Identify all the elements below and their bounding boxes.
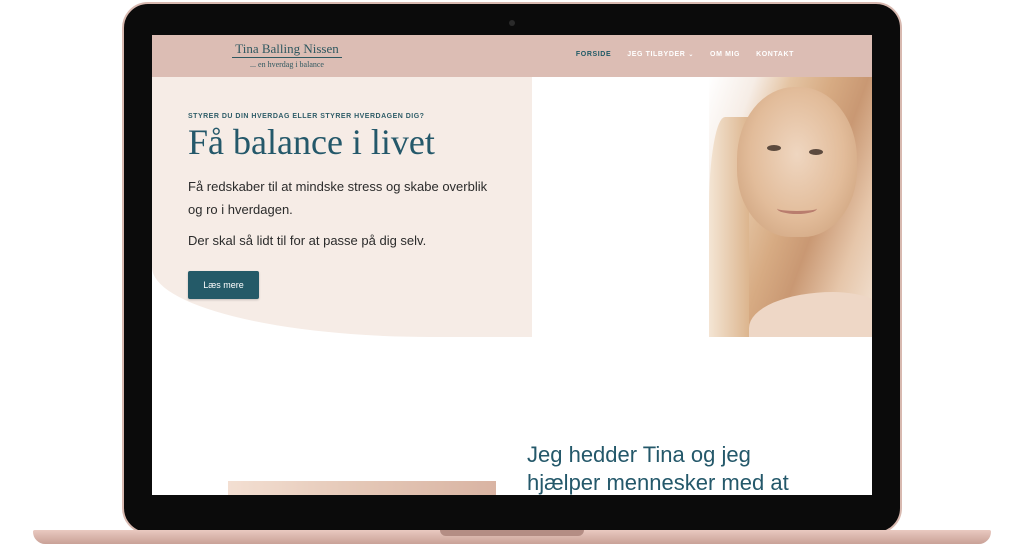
portrait-mouth	[777, 203, 817, 214]
read-more-button[interactable]: Læs mere	[188, 271, 259, 299]
nav-item-label: JEG TILBYDER	[627, 51, 686, 58]
portrait-face	[737, 87, 857, 237]
nav-item-label: KONTAKT	[756, 51, 794, 58]
logo[interactable]: Tina Balling Nissen ... en hverdag i bal…	[232, 41, 342, 69]
logo-tagline: ... en hverdag i balance	[250, 60, 324, 69]
portrait-eye	[767, 145, 781, 151]
main-nav: FORSIDE JEG TILBYDER ⌄ OM MIG KONTAKT	[576, 51, 794, 58]
nav-item-om-mig[interactable]: OM MIG	[710, 51, 740, 58]
nav-item-forside[interactable]: FORSIDE	[576, 51, 611, 58]
browser-screen: Tina Balling Nissen ... en hverdag i bal…	[152, 35, 872, 495]
nav-item-jeg-tilbyder[interactable]: JEG TILBYDER ⌄	[627, 51, 694, 58]
site-header: Tina Balling Nissen ... en hverdag i bal…	[152, 35, 872, 77]
portrait-eye	[809, 149, 823, 155]
portrait-shoulder	[749, 292, 872, 337]
hero-eyebrow: STYRER DU DIN HVERDAG ELLER STYRER HVERD…	[188, 113, 425, 120]
hero-lead-2: Der skal så lidt til for at passe på dig…	[188, 233, 427, 248]
camera	[509, 20, 515, 26]
nav-item-kontakt[interactable]: KONTAKT	[756, 51, 794, 58]
logo-name: Tina Balling Nissen	[232, 41, 342, 58]
nav-item-label: OM MIG	[710, 51, 741, 58]
hero-lead: Få redskaber til at mindske stress og sk…	[188, 179, 488, 217]
laptop-notch	[440, 530, 584, 536]
hero-title: Få balance i livet	[188, 122, 435, 162]
section-image	[228, 481, 496, 495]
intro-heading: Jeg hedder Tina og jeg hjælper mennesker…	[527, 442, 789, 495]
portrait-image	[709, 77, 872, 337]
chevron-down-icon: ⌄	[688, 52, 695, 58]
nav-item-label: FORSIDE	[575, 51, 612, 58]
